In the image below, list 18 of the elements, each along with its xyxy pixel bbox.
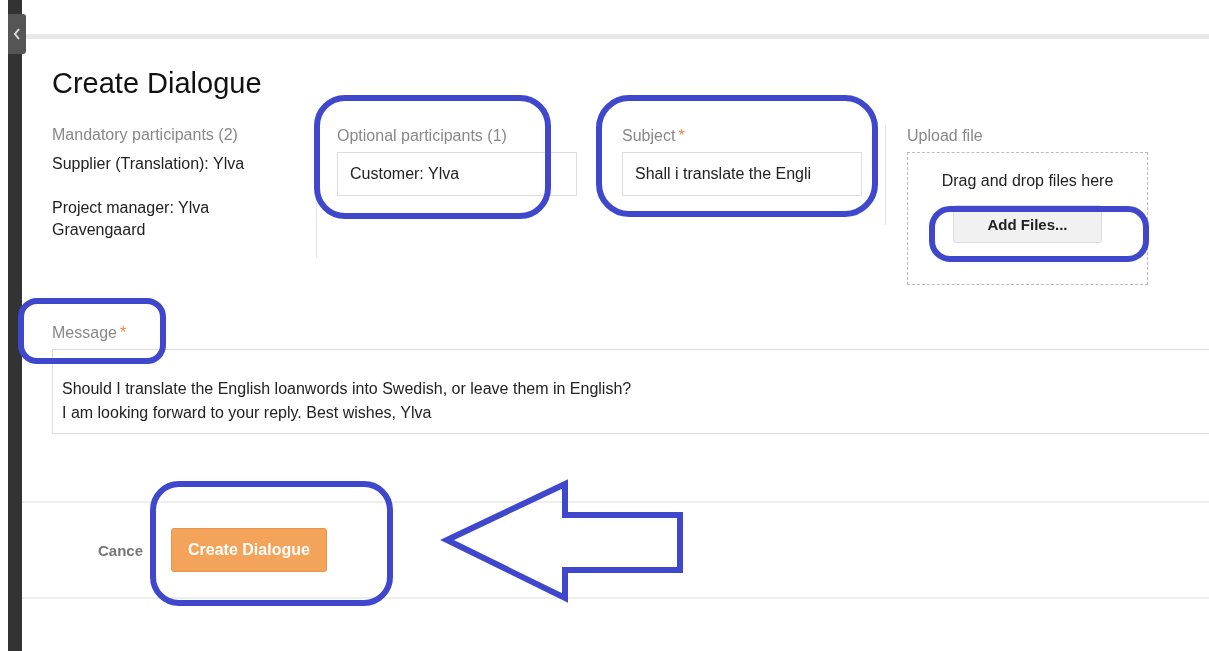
participant-text: Project manager: Ylva Gravengaard: [52, 198, 211, 240]
drop-hint: Drag and drop files here: [941, 172, 1114, 190]
field-label: Mandatory participants (2): [52, 125, 239, 145]
collapse-tab[interactable]: [8, 14, 26, 54]
required-mark: *: [119, 324, 127, 341]
drop-zone[interactable]: Drag and drop files here Add Files...: [907, 152, 1148, 285]
participant-text: Supplier (Translation): Ylva: [52, 154, 246, 174]
field-label: Subject: [622, 127, 676, 144]
message-field[interactable]: Should I translate the English loanwords into Swedish, or leave them in English? I am looking forward to your reply. Best wishes, Ylva: [52, 349, 1209, 434]
dialog-title: Create Dialogue: [52, 67, 263, 99]
field-label: Upload file: [907, 126, 984, 146]
subject-field[interactable]: Shall i translate the Engli: [622, 152, 862, 196]
chevron-left-icon: [13, 28, 21, 40]
cancel-link[interactable]: Cance: [98, 541, 144, 559]
field-label: Message: [52, 324, 117, 341]
participants-field[interactable]: Customer: Ylva: [337, 152, 577, 196]
field-label: Optional participants (1): [337, 126, 508, 146]
required-mark: *: [678, 127, 685, 144]
